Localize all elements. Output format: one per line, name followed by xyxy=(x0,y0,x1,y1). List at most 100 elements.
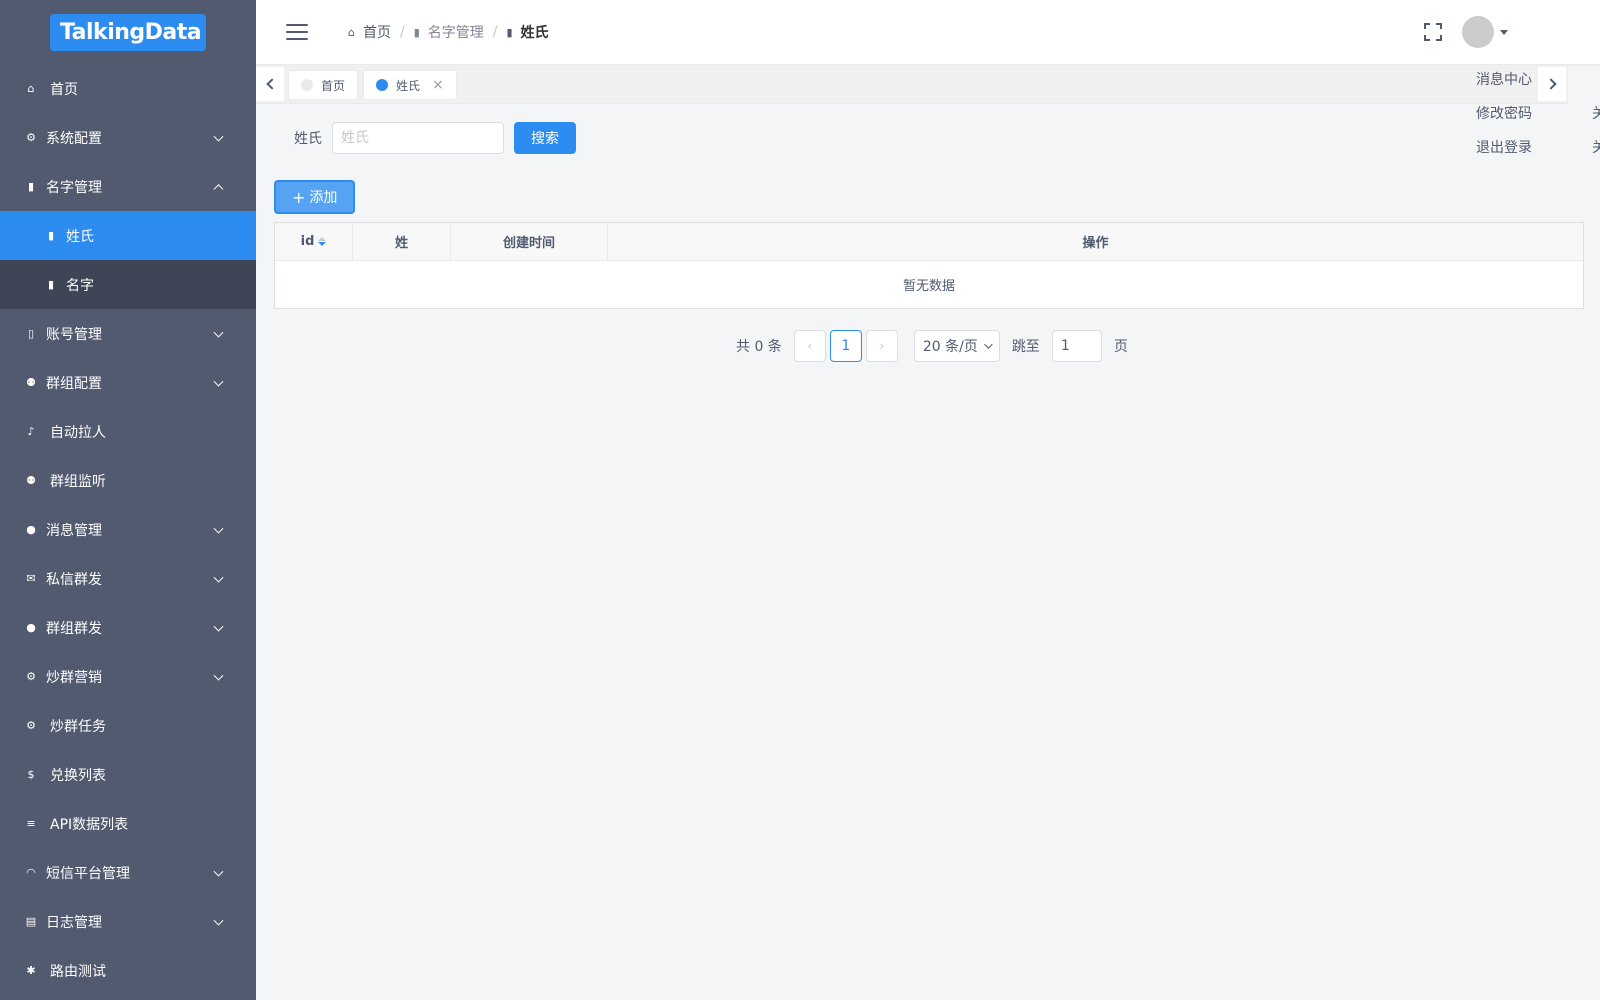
sidebar-item-home[interactable]: ⌂ 首页 xyxy=(0,64,256,113)
chevron-down-icon xyxy=(213,670,224,681)
column-label: 创建时间 xyxy=(502,236,555,251)
sidebar-item-group-marketing[interactable]: ⚙ 炒群营销 xyxy=(0,652,256,701)
caret-down-icon[interactable] xyxy=(1500,29,1508,35)
gear-icon: ⚙ xyxy=(26,131,36,144)
column-label: id xyxy=(300,234,315,249)
chevron-down-icon xyxy=(213,572,224,583)
sidebar-item-group-task[interactable]: ⚙ 炒群任务 xyxy=(0,701,256,750)
surname-search-input[interactable] xyxy=(332,122,504,154)
book-icon: ▮ xyxy=(27,180,35,193)
home-icon: ⌂ xyxy=(348,25,355,39)
menu-item-message-center[interactable]: 消息中心 xyxy=(1460,66,1600,100)
tags-scroll-left-button[interactable] xyxy=(256,67,284,101)
sidebar-item-sms-platform[interactable]: ◠ 短信平台管理 xyxy=(0,848,256,897)
chevron-down-icon xyxy=(213,915,224,926)
book-icon: ▮ xyxy=(506,25,513,39)
sidebar-item-label: 群组配置 xyxy=(46,375,102,392)
breadcrumb-home[interactable]: ⌂ 首页 xyxy=(348,22,391,42)
sidebar-item-exchange-list[interactable]: $ 兑换列表 xyxy=(0,750,256,799)
column-header-id[interactable]: id xyxy=(275,223,353,260)
sidebar-item-api-data-list[interactable]: ≡ API数据列表 xyxy=(0,799,256,848)
chevron-down-icon xyxy=(213,523,224,534)
breadcrumb-section: ▮ 名字管理 xyxy=(414,22,484,42)
close-icon[interactable]: × xyxy=(432,77,444,93)
add-button-label: 添加 xyxy=(309,190,338,206)
sidebar-menu: ⌂ 首页 ⚙ 系统配置 ▮ 名字管理 ▮ 姓氏 ▮ 名字 ▯ 账号管理 ⚉ 群组… xyxy=(0,64,256,995)
chevron-down-icon xyxy=(213,866,224,877)
sidebar-item-route-test[interactable]: ✱ 路由测试 xyxy=(0,946,256,995)
sidebar-item-label: 群组群发 xyxy=(46,620,102,637)
chat-icon: ● xyxy=(26,523,36,536)
sidebar-item-label: 日志管理 xyxy=(46,914,102,931)
column-label: 操作 xyxy=(1082,236,1109,251)
sidebar-item-account-manage[interactable]: ▯ 账号管理 xyxy=(0,309,256,358)
people-icon: ⚉ xyxy=(26,474,36,487)
fullscreen-icon[interactable] xyxy=(1424,23,1442,41)
sidebar-item-label: 名字 xyxy=(66,277,94,294)
logo[interactable]: TalkingData xyxy=(50,13,206,51)
breadcrumb-separator: / xyxy=(492,24,498,40)
surname-table: id 姓 创建时间 操作 暂无数据 xyxy=(274,222,1584,309)
sidebar-item-private-broadcast[interactable]: ✉ 私信群发 xyxy=(0,554,256,603)
sidebar-item-group-broadcast[interactable]: ● 群组群发 xyxy=(0,603,256,652)
menu-item-change-password[interactable]: 修改密码 关 xyxy=(1460,100,1600,134)
menu-item-label: 退出登录 xyxy=(1476,140,1532,156)
sidebar-item-label: 首页 xyxy=(50,81,78,98)
table-header: id 姓 创建时间 操作 xyxy=(275,223,1583,261)
breadcrumb-home-label: 首页 xyxy=(362,25,391,41)
chevron-down-icon xyxy=(213,327,224,338)
sidebar-item-auto-invite[interactable]: ♪ 自动拉人 xyxy=(0,407,256,456)
chat-icon: ● xyxy=(26,621,36,634)
sidebar-item-label: 兑换列表 xyxy=(50,767,106,784)
page-size-select[interactable]: 20 条/页 xyxy=(913,330,1000,362)
wifi-icon: ◠ xyxy=(26,866,36,879)
sidebar-subitem-surname[interactable]: ▮ 姓氏 xyxy=(0,211,256,260)
menu-item-label: 消息中心 xyxy=(1476,72,1532,88)
sidebar-item-label: 自动拉人 xyxy=(50,424,106,441)
menu-item-logout[interactable]: 退出登录 关 xyxy=(1460,134,1600,168)
pagination-total: 共 0 条 xyxy=(736,339,782,355)
tag-surname[interactable]: 姓氏 × xyxy=(363,70,457,100)
search-label: 姓氏 xyxy=(294,131,322,147)
chevron-down-icon xyxy=(213,376,224,387)
table-empty-text: 暂无数据 xyxy=(902,279,955,294)
plus-icon: + xyxy=(292,187,306,207)
breadcrumb-current: ▮ 姓氏 xyxy=(506,22,548,42)
sidebar-item-label: 消息管理 xyxy=(46,522,102,539)
book-icon: ▮ xyxy=(413,25,420,39)
page-number-button[interactable]: 1 xyxy=(829,330,862,362)
sidebar-item-group-listen[interactable]: ⚉ 群组监听 xyxy=(0,456,256,505)
sidebar-item-label: 系统配置 xyxy=(46,130,102,147)
sidebar-item-name-manage[interactable]: ▮ 名字管理 xyxy=(0,162,256,211)
overflow-text: 关 xyxy=(1592,140,1600,156)
home-icon: ⌂ xyxy=(27,82,35,95)
sort-icon[interactable] xyxy=(318,237,327,246)
column-header-created-time: 创建时间 xyxy=(451,223,608,260)
jump-label: 跳至 xyxy=(1011,339,1040,355)
jump-page-input[interactable] xyxy=(1051,330,1102,362)
sidebar-item-message-manage[interactable]: ● 消息管理 xyxy=(0,505,256,554)
menu-toggle-icon[interactable] xyxy=(286,24,308,40)
people-icon: ⚉ xyxy=(26,376,36,389)
avatar[interactable] xyxy=(1462,16,1494,48)
search-button[interactable]: 搜索 xyxy=(514,122,576,154)
pagination: 共 0 条 ‹ 1 › 20 条/页 跳至 页 xyxy=(736,330,1128,362)
column-header-actions: 操作 xyxy=(608,223,1583,260)
chevron-up-icon xyxy=(213,183,224,194)
tag-home[interactable]: 首页 xyxy=(288,70,359,100)
gear-icon: ⚙ xyxy=(26,719,36,732)
next-page-button[interactable]: › xyxy=(865,330,898,362)
top-header: ⌂ 首页 / ▮ 名字管理 / ▮ 姓氏 xyxy=(256,0,1600,64)
sidebar-subitem-name[interactable]: ▮ 名字 xyxy=(0,260,256,309)
sidebar-item-label: 炒群营销 xyxy=(46,669,102,686)
chevron-down-icon xyxy=(213,131,224,142)
sidebar-item-group-config[interactable]: ⚉ 群组配置 xyxy=(0,358,256,407)
sidebar-item-system-config[interactable]: ⚙ 系统配置 xyxy=(0,113,256,162)
log-icon: ▤ xyxy=(25,915,37,928)
add-button[interactable]: + 添加 xyxy=(274,180,356,214)
sidebar-item-log-manage[interactable]: ▤ 日志管理 xyxy=(0,897,256,946)
phone-icon: ▯ xyxy=(27,327,35,340)
tags-list: 首页 姓氏 × xyxy=(288,70,462,100)
sidebar-item-label: 路由测试 xyxy=(50,963,106,980)
prev-page-button[interactable]: ‹ xyxy=(793,330,826,362)
